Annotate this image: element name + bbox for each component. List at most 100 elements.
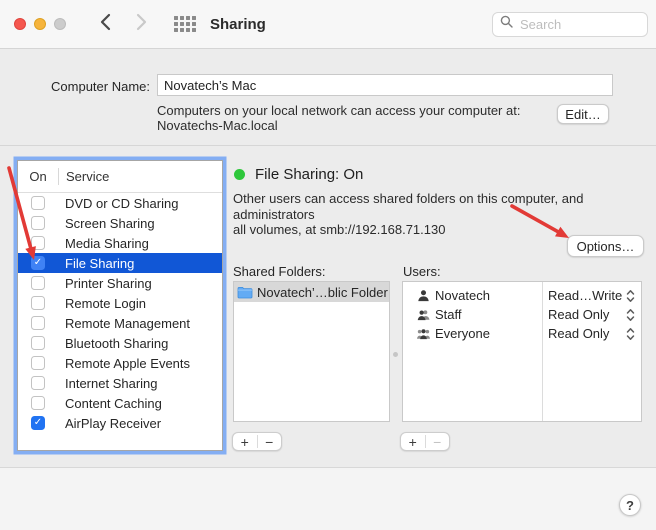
user-name: Novatech xyxy=(435,288,490,303)
permission-cell[interactable]: Read…Write xyxy=(542,288,641,303)
window-controls xyxy=(14,18,66,30)
service-row-content-caching[interactable]: Content Caching xyxy=(18,393,222,413)
service-label: AirPlay Receiver xyxy=(65,416,161,431)
help-button[interactable]: ? xyxy=(619,494,641,516)
users-add-button[interactable]: + xyxy=(401,433,425,450)
service-checkbox[interactable] xyxy=(31,316,45,330)
users-add-remove: + − xyxy=(400,432,450,451)
shared-folders-label: Shared Folders: xyxy=(233,264,326,279)
service-checkbox[interactable] xyxy=(31,236,45,250)
service-label: Remote Management xyxy=(65,316,190,331)
shared-folder-row[interactable]: Novatech’…blic Folder xyxy=(234,282,389,302)
shared-folder-name: Novatech’…blic Folder xyxy=(257,285,388,300)
service-label: DVD or CD Sharing xyxy=(65,196,178,211)
shared-folders-list: Novatech’…blic Folder xyxy=(233,281,390,422)
show-all-grid-button[interactable] xyxy=(174,16,196,32)
service-row-dvd-or-cd-sharing[interactable]: DVD or CD Sharing xyxy=(18,193,222,213)
folders-add-button[interactable]: + xyxy=(233,433,257,450)
search-input[interactable] xyxy=(518,16,640,33)
page-title: Sharing xyxy=(210,16,266,33)
service-label: Internet Sharing xyxy=(65,376,158,391)
service-checkbox[interactable] xyxy=(31,196,45,210)
service-row-remote-management[interactable]: Remote Management xyxy=(18,313,222,333)
users-remove-button[interactable]: − xyxy=(426,433,450,450)
section-divider xyxy=(0,145,656,146)
users-label: Users: xyxy=(403,264,441,279)
service-row-internet-sharing[interactable]: Internet Sharing xyxy=(18,373,222,393)
service-label: Bluetooth Sharing xyxy=(65,336,168,351)
status-title: File Sharing: On xyxy=(255,166,363,183)
users-three-icon xyxy=(417,327,430,340)
sharing-description-line1: Other users can access shared folders on… xyxy=(233,191,649,222)
permission-value: Read Only xyxy=(548,326,609,341)
service-label: Screen Sharing xyxy=(65,216,155,231)
forward-button xyxy=(128,11,154,37)
search-icon xyxy=(500,15,513,33)
user-row-novatech[interactable]: Novatech Read…Write xyxy=(403,286,641,305)
service-row-remote-login[interactable]: Remote Login xyxy=(18,293,222,313)
minimize-button[interactable] xyxy=(34,18,46,30)
chevron-up-down-icon[interactable] xyxy=(626,308,635,322)
service-row-media-sharing[interactable]: Media Sharing xyxy=(18,233,222,253)
user-icon xyxy=(417,289,430,302)
service-checkbox[interactable] xyxy=(31,416,45,430)
column-header-service: Service xyxy=(59,169,109,184)
service-checkbox[interactable] xyxy=(31,336,45,350)
service-checkbox[interactable] xyxy=(31,356,45,370)
service-row-screen-sharing[interactable]: Screen Sharing xyxy=(18,213,222,233)
permission-cell[interactable]: Read Only xyxy=(542,326,641,341)
permission-value: Read Only xyxy=(548,307,609,322)
user-name: Staff xyxy=(435,307,462,322)
service-label: File Sharing xyxy=(65,256,134,271)
service-label: Media Sharing xyxy=(65,236,149,251)
computer-name-field[interactable] xyxy=(157,74,613,96)
column-header-on: On xyxy=(18,169,58,184)
folder-icon xyxy=(237,286,253,299)
service-row-airplay-receiver[interactable]: AirPlay Receiver xyxy=(18,413,222,433)
service-checkbox[interactable] xyxy=(31,216,45,230)
service-label: Remote Login xyxy=(65,296,146,311)
user-name: Everyone xyxy=(435,326,490,341)
options-button[interactable]: Options… xyxy=(567,235,644,257)
service-row-bluetooth-sharing[interactable]: Bluetooth Sharing xyxy=(18,333,222,353)
computer-name-label: Computer Name: xyxy=(38,79,150,94)
permission-column-divider xyxy=(542,282,543,421)
service-label: Printer Sharing xyxy=(65,276,152,291)
user-row-everyone[interactable]: Everyone Read Only xyxy=(403,324,641,343)
toolbar: Sharing xyxy=(0,0,656,49)
services-header: On Service xyxy=(18,161,222,193)
service-checkbox[interactable] xyxy=(31,256,45,270)
service-checkbox[interactable] xyxy=(31,276,45,290)
service-label: Content Caching xyxy=(65,396,162,411)
users-two-icon xyxy=(417,308,430,321)
local-hostname: Novatechs-Mac.local xyxy=(157,118,557,133)
back-button[interactable] xyxy=(92,11,118,37)
service-row-printer-sharing[interactable]: Printer Sharing xyxy=(18,273,222,293)
permission-value: Read…Write xyxy=(548,288,622,303)
edit-button[interactable]: Edit… xyxy=(557,104,609,124)
chevron-up-down-icon[interactable] xyxy=(626,327,635,341)
close-button[interactable] xyxy=(14,18,26,30)
network-access-description: Computers on your local network can acce… xyxy=(157,103,557,133)
service-row-file-sharing[interactable]: File Sharing xyxy=(18,253,222,273)
network-access-line1: Computers on your local network can acce… xyxy=(157,103,557,118)
zoom-button xyxy=(54,18,66,30)
folders-remove-button[interactable]: − xyxy=(258,433,282,450)
service-label: Remote Apple Events xyxy=(65,356,190,371)
chevron-left-icon xyxy=(100,13,111,36)
user-row-staff[interactable]: Staff Read Only xyxy=(403,305,641,324)
shared-folders-add-remove: + − xyxy=(232,432,282,451)
service-checkbox[interactable] xyxy=(31,296,45,310)
pane-resize-handle[interactable] xyxy=(393,352,398,357)
service-row-remote-apple-events[interactable]: Remote Apple Events xyxy=(18,353,222,373)
permission-cell[interactable]: Read Only xyxy=(542,307,641,322)
bottom-strip xyxy=(0,467,656,530)
search-field[interactable] xyxy=(492,12,648,37)
services-list: On Service DVD or CD Sharing Screen Shar… xyxy=(17,160,223,451)
service-checkbox[interactable] xyxy=(31,396,45,410)
status-dot xyxy=(234,169,245,180)
sharing-description: Other users can access shared folders on… xyxy=(233,191,649,238)
chevron-right-icon xyxy=(136,13,147,36)
service-checkbox[interactable] xyxy=(31,376,45,390)
chevron-up-down-icon[interactable] xyxy=(626,289,635,303)
